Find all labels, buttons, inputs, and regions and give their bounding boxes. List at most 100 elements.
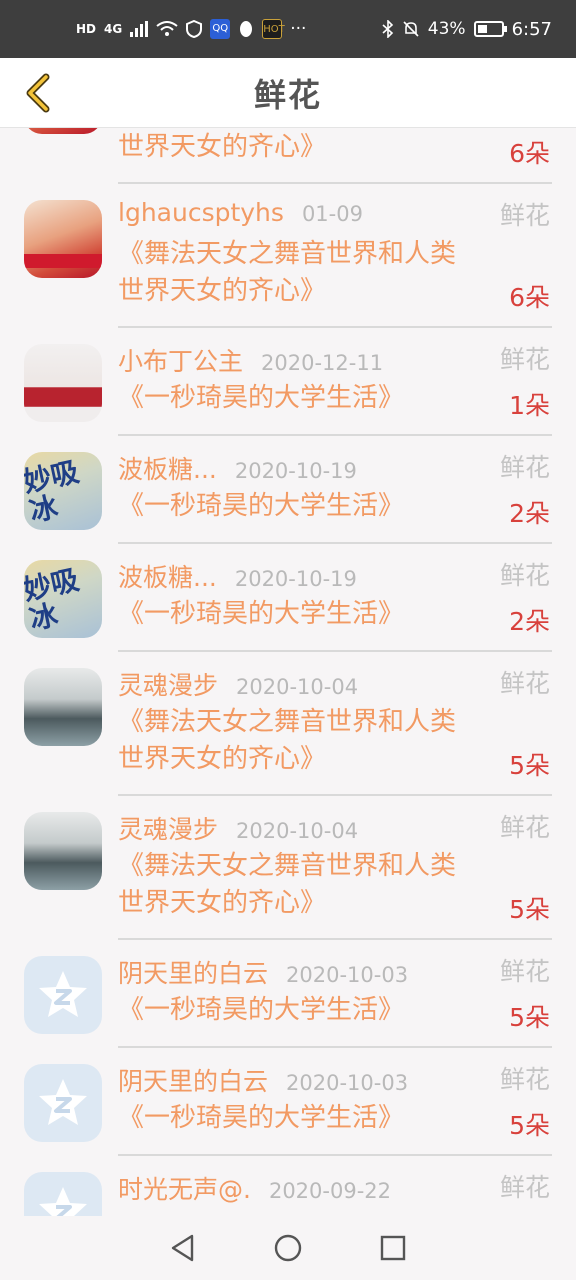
book-title[interactable]: 《舞法天女之舞音世界和人类世界天女的齐心》 [118, 128, 478, 166]
user-avatar[interactable] [24, 344, 102, 422]
battery-icon [473, 21, 507, 37]
user-avatar[interactable]: 妙吸冰 [24, 560, 102, 638]
user-line: 时光无声@. 2020-09-22 [118, 1170, 438, 1206]
default-avatar[interactable] [24, 1172, 102, 1216]
book-title[interactable]: 《一秒琦昊的大学生活》 [118, 992, 478, 1029]
gift-type: 鲜花 [499, 669, 550, 698]
list-item[interactable]: 《舞法天女之舞音世界和人类世界天女的齐心》 6朵 [0, 128, 576, 184]
gift-date: 2020-10-04 [236, 675, 359, 699]
gift-quantity: 5朵 [509, 895, 550, 924]
list-item[interactable]: 灵魂漫步 2020-10-04 鲜花 《舞法天女之舞音世界和人类世界天女的齐心》… [0, 652, 576, 796]
gift-type: 鲜花 [499, 1065, 550, 1094]
user-line: 阴天里的白云 2020-10-03 [118, 954, 438, 990]
username[interactable]: lghaucsptyhs [118, 198, 284, 227]
book-title[interactable]: 《一秒琦昊的大学生活》 [118, 380, 478, 417]
user-line: 小布丁公主 2020-12-11 [118, 342, 438, 378]
shield-icon [186, 20, 203, 38]
list-item[interactable]: 灵魂漫步 2020-10-04 鲜花 《舞法天女之舞音世界和人类世界天女的齐心》… [0, 796, 576, 940]
username[interactable]: 时光无声@. [118, 1170, 251, 1206]
gift-date: 2020-10-03 [286, 963, 409, 987]
username[interactable]: 灵魂漫步 [118, 810, 218, 846]
list-item[interactable]: 妙吸冰 波板糖... 2020-10-19 鲜花 《一秒琦昊的大学生活》 2朵 [0, 436, 576, 544]
book-title[interactable]: 《一秒琦昊的大学生活》 [118, 1100, 478, 1137]
list-item[interactable]: 小布丁公主 2020-12-11 鲜花 《一秒琦昊的大学生活》 1朵 [0, 328, 576, 436]
list-item[interactable]: 时光无声@. 2020-09-22 鲜花 [0, 1156, 576, 1216]
user-avatar[interactable] [24, 200, 102, 278]
user-avatar[interactable] [24, 812, 102, 890]
status-right: 43% 6:57 [382, 19, 552, 40]
list-item[interactable]: lghaucsptyhs 01-09 鲜花 《舞法天女之舞音世界和人类世界天女的… [0, 184, 576, 328]
gift-record-list-inner: 《舞法天女之舞音世界和人类世界天女的齐心》 6朵 lghaucsptyhs 01… [0, 128, 576, 1216]
gift-quantity: 6朵 [509, 139, 550, 168]
circle-home-icon [274, 1234, 302, 1262]
list-item[interactable]: 阴天里的白云 2020-10-03 鲜花 《一秒琦昊的大学生活》 5朵 [0, 940, 576, 1048]
star-z-icon [39, 971, 87, 1017]
gift-type: 鲜花 [499, 957, 550, 986]
username[interactable]: 波板糖... [118, 558, 217, 594]
gift-date: 2020-10-03 [286, 1071, 409, 1095]
system-nav-bar [0, 1216, 576, 1280]
gift-type: 鲜花 [499, 201, 550, 230]
gift-date: 2020-10-19 [234, 459, 357, 483]
star-z-icon [39, 1079, 87, 1125]
mute-bell-icon [403, 21, 419, 37]
square-recent-icon [381, 1235, 406, 1261]
bluetooth-icon [382, 20, 393, 38]
back-button[interactable] [12, 68, 62, 118]
list-item[interactable]: 妙吸冰 波板糖... 2020-10-19 鲜花 《一秒琦昊的大学生活》 2朵 [0, 544, 576, 652]
list-item[interactable]: 阴天里的白云 2020-10-03 鲜花 《一秒琦昊的大学生活》 5朵 [0, 1048, 576, 1156]
more-notifications-icon: ··· [290, 19, 307, 39]
username[interactable]: 阴天里的白云 [118, 1062, 268, 1098]
nav-home-button[interactable] [268, 1228, 308, 1268]
user-avatar[interactable] [24, 668, 102, 746]
gift-type: 鲜花 [499, 345, 550, 374]
gift-quantity: 2朵 [509, 607, 550, 636]
gift-date: 01-09 [301, 202, 363, 226]
user-avatar[interactable]: 妙吸冰 [24, 452, 102, 530]
hd-badge: HD [76, 22, 97, 36]
gift-date: 2020-10-19 [234, 567, 357, 591]
gift-quantity: 6朵 [509, 283, 550, 312]
avatar-text: 妙吸冰 [24, 454, 82, 529]
book-title[interactable]: 《舞法天女之舞音世界和人类世界天女的齐心》 [118, 848, 478, 922]
user-line: 波板糖... 2020-10-19 [118, 558, 438, 594]
gift-record-list[interactable]: 《舞法天女之舞音世界和人类世界天女的齐心》 6朵 lghaucsptyhs 01… [0, 128, 576, 1216]
user-line: lghaucsptyhs 01-09 [118, 198, 438, 227]
username[interactable]: 灵魂漫步 [118, 666, 218, 702]
user-line: 阴天里的白云 2020-10-03 [118, 1062, 438, 1098]
gift-type: 鲜花 [499, 1173, 550, 1202]
gift-type: 鲜花 [499, 453, 550, 482]
book-title[interactable]: 《一秒琦昊的大学生活》 [118, 596, 478, 633]
default-avatar[interactable] [24, 1064, 102, 1142]
clock: 6:57 [511, 18, 552, 40]
book-title[interactable]: 《舞法天女之舞音世界和人类世界天女的齐心》 [118, 704, 478, 778]
status-bar: HD 4G QQ HOT ··· 43% 6:57 [0, 0, 576, 58]
book-title[interactable]: 《一秒琦昊的大学生活》 [118, 488, 478, 525]
gift-type: 鲜花 [499, 561, 550, 590]
wifi-icon [156, 21, 178, 36]
gift-quantity: 1朵 [509, 391, 550, 420]
nav-back-button[interactable] [163, 1228, 203, 1268]
default-avatar[interactable] [24, 956, 102, 1034]
gift-date: 2020-12-11 [261, 351, 384, 375]
battery-percent: 43% [427, 19, 466, 39]
page-title: 鲜花 [253, 75, 322, 114]
user-avatar[interactable] [24, 128, 102, 134]
signal-icon [130, 21, 149, 37]
user-line: 灵魂漫步 2020-10-04 [118, 810, 438, 846]
status-left: HD 4G QQ HOT ··· [76, 19, 306, 39]
gift-date: 2020-10-04 [236, 819, 359, 843]
username[interactable]: 小布丁公主 [118, 342, 243, 378]
username[interactable]: 阴天里的白云 [118, 954, 268, 990]
gift-type: 鲜花 [499, 813, 550, 842]
gift-quantity: 2朵 [509, 499, 550, 528]
book-title[interactable]: 《舞法天女之舞音世界和人类世界天女的齐心》 [118, 236, 478, 310]
gift-date: 2020-09-22 [268, 1179, 391, 1203]
chevron-left-icon [26, 73, 50, 113]
nav-recent-button[interactable] [373, 1228, 413, 1268]
qq-penguin-icon [240, 21, 253, 37]
triangle-back-icon [171, 1234, 193, 1262]
game-notification-icon: HOT [262, 19, 285, 39]
gift-quantity: 5朵 [509, 1111, 550, 1140]
username[interactable]: 波板糖... [118, 450, 217, 486]
